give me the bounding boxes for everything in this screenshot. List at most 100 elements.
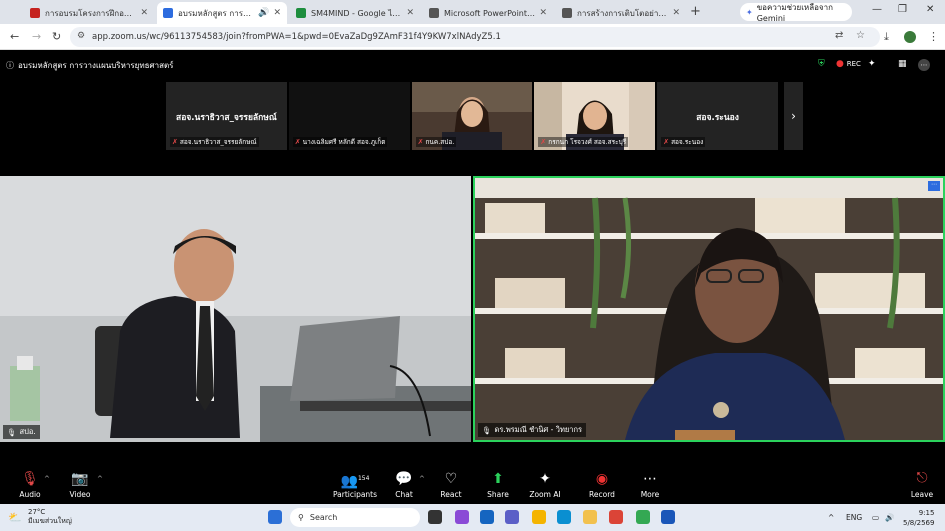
ai-sparkle-icon[interactable]: ✦: [868, 59, 876, 69]
leave-button[interactable]: ⎋ Leave: [905, 470, 939, 499]
browser-menu-icon[interactable]: ⋮: [928, 30, 939, 43]
recording-indicator: ● REC: [836, 59, 861, 69]
search-label: Search: [309, 513, 338, 522]
tab-3[interactable]: SM4MIND - Google ไดรฟ์ ✕: [290, 2, 420, 24]
maximize-icon[interactable]: ❐: [898, 4, 907, 15]
participant-display-name: สอจ.นราธิวาส_จรรยลักษณ์: [176, 113, 277, 123]
close-icon[interactable]: ✕: [273, 8, 281, 18]
audio-label: Audio: [19, 490, 41, 499]
taskbar-search[interactable]: ⚲ Search: [290, 508, 420, 527]
audio-options-caret[interactable]: ^: [44, 475, 50, 483]
forward-icon[interactable]: →: [32, 30, 41, 43]
gemini-label: ขอความช่วยเหลือจาก Gemini: [756, 3, 833, 23]
close-window-icon[interactable]: ✕: [926, 4, 934, 15]
participants-label: Participants: [332, 490, 378, 499]
chrome-active-icon[interactable]: [636, 510, 650, 524]
tab-5[interactable]: การสร้างการเติบโตอย่างยั่งยืนด้วย ✕: [556, 2, 686, 24]
tab-2[interactable]: อบรมหลักสูตร การวางแผนบริหาร 🔊 ✕: [157, 2, 287, 24]
tab-title: SM4MIND - Google ไดรฟ์: [311, 8, 403, 18]
meeting-info[interactable]: ⓘ อบรมหลักสูตร การวางแผนบริหารยุทธศาสตร์: [6, 59, 173, 72]
zoom-ai-button[interactable]: ✦ Zoom AI: [515, 470, 575, 499]
mic-muted-icon: ✗: [540, 138, 547, 146]
view-icon[interactable]: ▦: [898, 59, 907, 69]
app-icon[interactable]: [532, 510, 546, 524]
site-info-icon[interactable]: ⚙: [77, 31, 85, 41]
speaker-icon: 🔊: [258, 8, 270, 18]
close-icon[interactable]: ✕: [672, 8, 680, 18]
more-button[interactable]: ⋯ More: [620, 470, 680, 499]
minimize-icon[interactable]: —: [872, 4, 882, 15]
participant-tile[interactable]: ✗ กรกนก โรจวงศ์ สอจ.สระบุรี: [534, 82, 656, 150]
main-video-right[interactable]: ⋯ 🎙 ดร.พรมณี ชำนิศ - วิทยากร: [473, 176, 945, 442]
participant-display-name: สอจ.ระนอง: [696, 113, 739, 123]
download-icon[interactable]: ⤓: [884, 30, 889, 44]
participant-label: ✗ กนค.สปอ.: [415, 137, 457, 147]
video-options-button[interactable]: ⋯: [928, 181, 940, 191]
more-icon: ⋯: [643, 471, 657, 487]
tab-title: Microsoft PowerPoint - SM4: [444, 8, 535, 18]
tab-title: การสร้างการเติบโตอย่างยั่งยืนด้วย: [577, 8, 668, 18]
ai-sparkle-icon: ✦: [539, 471, 551, 487]
zoom-icon: [163, 8, 173, 18]
leave-icon: ⎋: [916, 470, 928, 486]
copilot-icon[interactable]: [455, 510, 469, 524]
file-explorer-icon[interactable]: [583, 510, 597, 524]
url-field[interactable]: ⚙ app.zoom.us/wc/96113754583/join?fromPW…: [70, 27, 880, 47]
chrome-icon[interactable]: [609, 510, 623, 524]
edge-icon[interactable]: [557, 510, 571, 524]
url-text: app.zoom.us/wc/96113754583/join?fromPWA=…: [92, 32, 501, 42]
tab-1[interactable]: การอบรมโครงการฝึกอบรมหลักสูตร ✕: [24, 2, 154, 24]
back-icon[interactable]: ←: [10, 30, 19, 43]
gmail-icon: [30, 8, 40, 18]
tray-chevron-icon[interactable]: ^: [828, 513, 834, 522]
video-options-caret[interactable]: ^: [97, 475, 103, 483]
input-language[interactable]: ENG: [846, 513, 862, 522]
main-video-left[interactable]: 🎙 สปอ.: [0, 176, 471, 442]
weather-desc: มีเมฆส่วนใหญ่: [28, 517, 72, 525]
chevron-right-icon: ›: [791, 109, 796, 123]
clock[interactable]: 9:15 5/8/2569: [903, 508, 934, 528]
store-icon[interactable]: [480, 510, 494, 524]
drive-icon: [296, 8, 306, 18]
reload-icon[interactable]: ↻: [52, 30, 61, 43]
participant-tile[interactable]: สอจ.นราธิวาส_จรรยลักษณ์ ✗ สอจ.นราธิวาส_จร…: [166, 82, 287, 150]
gemini-icon: ✦: [746, 7, 753, 17]
participant-tile[interactable]: ✗ กนค.สปอ.: [411, 82, 533, 150]
meeting-top-bar: ⓘ อบรมหลักสูตร การวางแผนบริหารยุทธศาสตร์…: [0, 52, 945, 78]
tab-4[interactable]: Microsoft PowerPoint - SM4 ✕: [423, 2, 553, 24]
gallery-strip: สอจ.นราธิวาส_จรรยลักษณ์ ✗ สอจ.นราธิวาส_จร…: [166, 82, 778, 150]
word-icon[interactable]: [661, 510, 675, 524]
windows-start-icon[interactable]: [268, 510, 282, 524]
screen: { "browser": { "tabs": [ {"title": "การอ…: [0, 0, 945, 531]
profile-avatar[interactable]: [904, 31, 916, 43]
teams-icon[interactable]: [505, 510, 519, 524]
video-feed: [475, 178, 943, 440]
close-icon[interactable]: ✕: [539, 8, 547, 18]
mic-icon: 🎙: [482, 425, 492, 435]
more-label: More: [640, 490, 660, 499]
participant-label: ✗ สอจ.นราธิวาส_จรรยลักษณ์: [170, 137, 259, 147]
new-tab-button[interactable]: +: [690, 4, 701, 19]
close-icon[interactable]: ✕: [140, 8, 148, 18]
video-feed: [0, 176, 471, 442]
volume-icon[interactable]: 🔊: [885, 513, 894, 522]
settings-icon[interactable]: ⋯: [918, 59, 930, 71]
translate-icon[interactable]: ⇄: [835, 30, 843, 41]
participant-tile[interactable]: ✗ นางเฉลิมศรี หลักดี สอจ.ภูเก็ต: [288, 82, 410, 150]
participant-tile[interactable]: สอจ.ระนอง ✗ สอจ.ระนอง: [657, 82, 778, 150]
mic-muted-icon: ✗: [172, 138, 178, 146]
search-icon: ⚲: [298, 513, 304, 522]
gallery-next-button[interactable]: ›: [784, 82, 803, 150]
shield-icon[interactable]: ⛨: [818, 59, 825, 69]
gemini-button[interactable]: ✦ ขอความช่วยเหลือจาก Gemini: [740, 3, 852, 23]
mic-muted-icon: ✗: [417, 138, 424, 146]
zoom-ai-label: Zoom AI: [529, 490, 561, 499]
task-view-icon[interactable]: [428, 510, 442, 524]
network-icon[interactable]: ▭: [872, 513, 879, 522]
info-icon[interactable]: ⓘ: [6, 60, 14, 71]
close-icon[interactable]: ✕: [406, 8, 414, 18]
weather-widget[interactable]: 27°C มีเมฆส่วนใหญ่: [28, 508, 72, 526]
weather-temp: 27°C: [28, 508, 46, 516]
bookmark-star-icon[interactable]: ☆: [856, 30, 865, 41]
video-label: Video: [69, 490, 91, 499]
